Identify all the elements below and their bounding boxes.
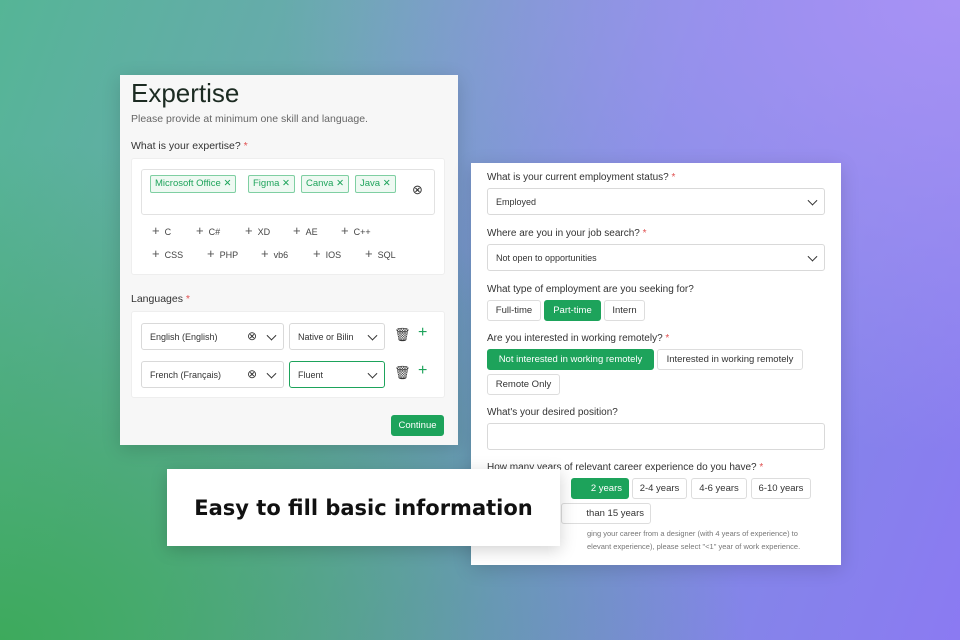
suggestion-vb6[interactable]: + vb6 [261,246,288,261]
employment-status-label: What is your current employment status? … [487,172,676,183]
chevron-down-icon [367,330,378,341]
suggestion-css[interactable]: + CSS [152,246,183,261]
skill-tag: Canva ✕ [301,175,350,193]
suggestion-ae[interactable]: + AE [293,223,318,238]
experience-note: elevant experience), please select "<1" … [587,542,801,551]
position-input[interactable] [487,423,825,450]
remote-label: Are you interested in working remotely? … [487,333,670,344]
remove-icon[interactable]: ✕ [282,178,290,189]
suggestion-php[interactable]: + PHP [207,246,238,261]
expertise-panel: Microsoft Office ✕ Figma ✕ Canva ✕ Java … [131,158,445,275]
clear-icon[interactable]: ⊗ [412,182,423,198]
suggestion-sql[interactable]: + SQL [365,246,396,261]
option-2-4-years[interactable]: 2-4 years [632,478,687,499]
remove-icon[interactable]: ✕ [223,178,231,189]
languages-panel: English (English) ⊗ Native or Bilin 🗑 + F… [131,311,445,398]
skills-input[interactable]: Microsoft Office ✕ Figma ✕ Canva ✕ Java … [141,169,435,215]
chevron-down-icon [266,330,277,341]
language-select[interactable]: French (Français) ⊗ [141,361,284,388]
banner: Easy to fill basic information [167,469,560,546]
continue-button[interactable]: Continue [391,415,444,436]
option-remote-only[interactable]: Remote Only [487,374,560,395]
experience-note: ging your career from a designer (with 4… [587,529,798,538]
position-label: What's your desired position? [487,407,618,418]
chevron-down-icon [807,195,818,206]
skill-tag: Microsoft Office ✕ [150,175,237,193]
languages-label: Languages * [131,293,190,305]
suggestion-ios[interactable]: + IOS [313,246,341,261]
suggestion-c[interactable]: + C [152,223,171,238]
level-select[interactable]: Native or Bilin [289,323,385,350]
job-search-select[interactable]: Not open to opportunities [487,244,825,271]
suggestion-csharp[interactable]: + C# [196,223,220,238]
job-search-label: Where are you in your job search? * [487,228,647,239]
option-full-time[interactable]: Full-time [487,300,541,321]
suggestion-xd[interactable]: + XD [245,223,270,238]
option-4-6-years[interactable]: 4-6 years [691,478,747,499]
trash-icon[interactable]: 🗑 [394,365,411,381]
option-1-2-years[interactable]: 2 years [571,478,629,499]
option-remote-interested[interactable]: Interested in working remotely [657,349,803,370]
clear-icon: ⊗ [246,329,257,343]
employment-type-label: What type of employment are you seeking … [487,284,694,295]
add-icon[interactable]: + [418,324,427,342]
option-6-10-years[interactable]: 6-10 years [751,478,811,499]
subtitle: Please provide at minimum one skill and … [131,113,368,125]
chevron-down-icon [266,368,277,379]
remove-icon[interactable]: ✕ [336,178,344,189]
page-title: Expertise [131,78,240,108]
banner-text: Easy to fill basic information [194,495,533,520]
option-more-than-15-years[interactable]: than 15 years [561,503,651,524]
option-not-remote[interactable]: Not interested in working remotely [487,349,654,370]
chevron-down-icon [807,251,818,262]
trash-icon[interactable]: 🗑 [394,327,411,343]
skill-tag: Java ✕ [355,175,396,193]
suggestion-cpp[interactable]: + C++ [341,223,371,238]
chevron-down-icon [367,368,378,379]
remove-icon[interactable]: ✕ [383,178,391,189]
option-intern[interactable]: Intern [604,300,645,321]
clear-icon: ⊗ [246,367,257,381]
level-select[interactable]: Fluent [289,361,385,388]
skill-tag: Figma ✕ [248,175,296,193]
expertise-label: What is your expertise? * [131,140,248,152]
employment-status-select[interactable]: Employed [487,188,825,215]
expertise-card: Expertise Please provide at minimum one … [120,75,458,445]
option-part-time[interactable]: Part-time [544,300,601,321]
add-icon[interactable]: + [418,362,427,380]
language-select[interactable]: English (English) ⊗ [141,323,284,350]
